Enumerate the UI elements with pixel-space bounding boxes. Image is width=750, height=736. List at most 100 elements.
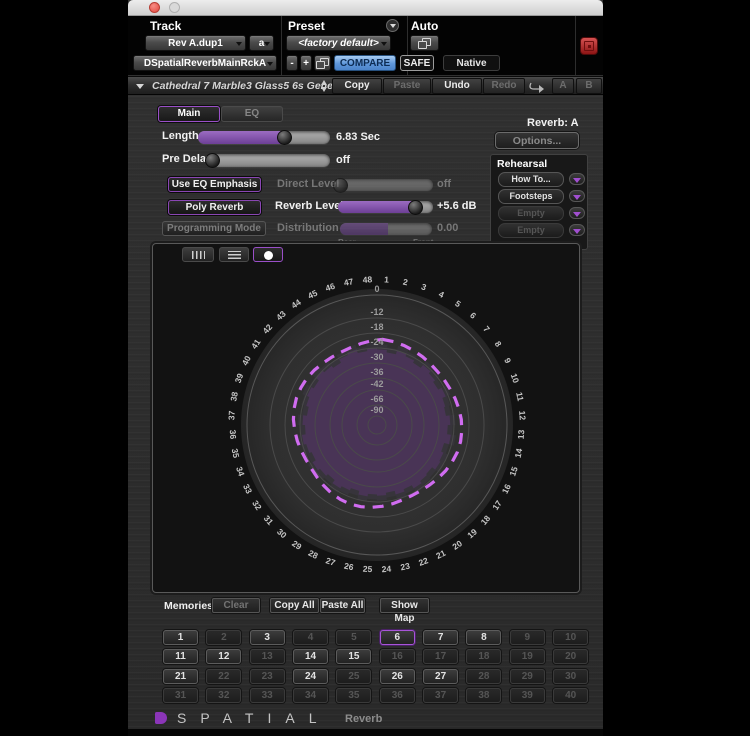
loop-arrow-icon[interactable]: [527, 80, 547, 93]
rehearsal-select-button[interactable]: [569, 190, 585, 202]
memory-button-27[interactable]: 27: [423, 669, 458, 684]
minimize-icon[interactable]: [169, 2, 180, 13]
memory-button-21[interactable]: 21: [163, 669, 198, 684]
rehearsal-button[interactable]: Empty: [498, 223, 564, 238]
slider-knob[interactable]: [277, 130, 292, 145]
memory-button-30[interactable]: 30: [553, 669, 588, 684]
rehearsal-button[interactable]: Empty: [498, 206, 564, 221]
paste-all-button[interactable]: Paste All: [320, 598, 365, 613]
rehearsal-button[interactable]: Footsteps: [498, 189, 564, 204]
slider-knob[interactable]: [205, 153, 220, 168]
librarian-menu-button[interactable]: [314, 55, 331, 71]
rehearsal-button[interactable]: How To...: [498, 172, 564, 187]
preset-increment-button[interactable]: +: [300, 55, 312, 71]
show-map-button[interactable]: Show Map: [380, 598, 429, 613]
memory-button-11[interactable]: 11: [163, 649, 198, 664]
preset-spinner-icon[interactable]: [320, 79, 329, 93]
memory-button-20[interactable]: 20: [553, 649, 588, 664]
options-button[interactable]: Options...: [495, 132, 579, 149]
memory-button-22[interactable]: 22: [206, 669, 241, 684]
current-preset-name[interactable]: Cathedral 7 Marble3 Glass5 6s Generic: [152, 80, 346, 92]
memory-button-16[interactable]: 16: [380, 649, 415, 664]
clear-button[interactable]: Clear: [212, 598, 260, 613]
ab-a-button[interactable]: A: [552, 78, 574, 94]
slider-knob[interactable]: [408, 200, 423, 215]
channel-label: 48: [362, 274, 372, 285]
memory-button-24[interactable]: 24: [293, 669, 328, 684]
memory-button-18[interactable]: 18: [466, 649, 501, 664]
preset-chevron-icon[interactable]: [386, 19, 399, 32]
reverb-level-slider[interactable]: [338, 201, 433, 213]
slider-knob[interactable]: [333, 178, 348, 193]
auto-enable-button[interactable]: [410, 35, 439, 51]
polar-plot[interactable]: 1234567891011121314151617181920212223242…: [153, 244, 579, 592]
memory-button-26[interactable]: 26: [380, 669, 415, 684]
ab-b-button[interactable]: B: [576, 78, 602, 94]
pre-delay-slider[interactable]: [210, 154, 330, 167]
memory-button-9[interactable]: 9: [510, 630, 545, 645]
programming-mode-button[interactable]: Programming Mode: [162, 221, 266, 236]
rehearsal-items: How To... Footsteps Empty Empty: [491, 172, 587, 249]
channel-label: 12: [517, 410, 528, 420]
memory-button-31[interactable]: 31: [163, 688, 198, 703]
compare-button[interactable]: COMPARE: [334, 55, 396, 71]
memory-button-34[interactable]: 34: [293, 688, 328, 703]
memory-button-40[interactable]: 40: [553, 688, 588, 703]
preset-nav-bar: Cathedral 7 Marble3 Glass5 6s Generic Co…: [128, 76, 603, 95]
track-selector[interactable]: Rev A.dup1: [145, 35, 246, 51]
distribution-slider[interactable]: [340, 223, 432, 235]
automation-selector[interactable]: a: [249, 35, 274, 51]
redo-button[interactable]: Redo: [483, 78, 525, 94]
rehearsal-select-button[interactable]: [569, 207, 585, 219]
undo-button[interactable]: Undo: [432, 78, 482, 94]
db-scale-label: -36: [370, 367, 383, 377]
memory-button-38[interactable]: 38: [466, 688, 501, 703]
memory-button-10[interactable]: 10: [553, 630, 588, 645]
memory-button-14[interactable]: 14: [293, 649, 328, 664]
memory-button-32[interactable]: 32: [206, 688, 241, 703]
rehearsal-select-button[interactable]: [569, 224, 585, 236]
librarian-preset-selector[interactable]: <factory default>: [286, 35, 391, 51]
memory-button-37[interactable]: 37: [423, 688, 458, 703]
safe-button[interactable]: SAFE: [400, 55, 434, 71]
memory-button-15[interactable]: 15: [336, 649, 371, 664]
plugin-format-button[interactable]: Native: [443, 55, 500, 71]
poly-reverb-button[interactable]: Poly Reverb: [168, 200, 261, 215]
memory-button-5[interactable]: 5: [336, 630, 371, 645]
copy-all-button[interactable]: Copy All: [270, 598, 319, 613]
memory-button-29[interactable]: 29: [510, 669, 545, 684]
memory-button-35[interactable]: 35: [336, 688, 371, 703]
memory-button-4[interactable]: 4: [293, 630, 328, 645]
memory-button-13[interactable]: 13: [250, 649, 285, 664]
memory-button-8[interactable]: 8: [466, 630, 501, 645]
channel-label: 29: [290, 538, 304, 552]
memory-button-6[interactable]: 6: [380, 630, 415, 645]
preset-decrement-button[interactable]: -: [286, 55, 298, 71]
memory-button-23[interactable]: 23: [250, 669, 285, 684]
use-eq-emphasis-button[interactable]: Use EQ Emphasis: [168, 177, 261, 192]
plugin-selector[interactable]: DSpatialReverbMainRckA: [133, 55, 277, 71]
memory-button-3[interactable]: 3: [250, 630, 285, 645]
memory-button-36[interactable]: 36: [380, 688, 415, 703]
tab-main[interactable]: Main: [158, 106, 220, 122]
copy-button[interactable]: Copy: [332, 78, 382, 94]
preset-dropdown-icon[interactable]: [136, 84, 144, 89]
memory-button-17[interactable]: 17: [423, 649, 458, 664]
tab-eq[interactable]: EQ: [221, 106, 283, 122]
memory-button-19[interactable]: 19: [510, 649, 545, 664]
close-icon[interactable]: [149, 2, 160, 13]
direct-level-slider[interactable]: [338, 179, 433, 191]
memory-button-1[interactable]: 1: [163, 630, 198, 645]
memory-button-2[interactable]: 2: [206, 630, 241, 645]
memory-button-28[interactable]: 28: [466, 669, 501, 684]
memory-button-39[interactable]: 39: [510, 688, 545, 703]
memory-button-12[interactable]: 12: [206, 649, 241, 664]
target-icon[interactable]: [580, 37, 598, 55]
length-slider[interactable]: [198, 131, 330, 144]
rehearsal-select-button[interactable]: [569, 173, 585, 185]
paste-button[interactable]: Paste: [383, 78, 431, 94]
memory-button-7[interactable]: 7: [423, 630, 458, 645]
channel-label: 35: [230, 448, 242, 459]
memory-button-25[interactable]: 25: [336, 669, 371, 684]
memory-button-33[interactable]: 33: [250, 688, 285, 703]
